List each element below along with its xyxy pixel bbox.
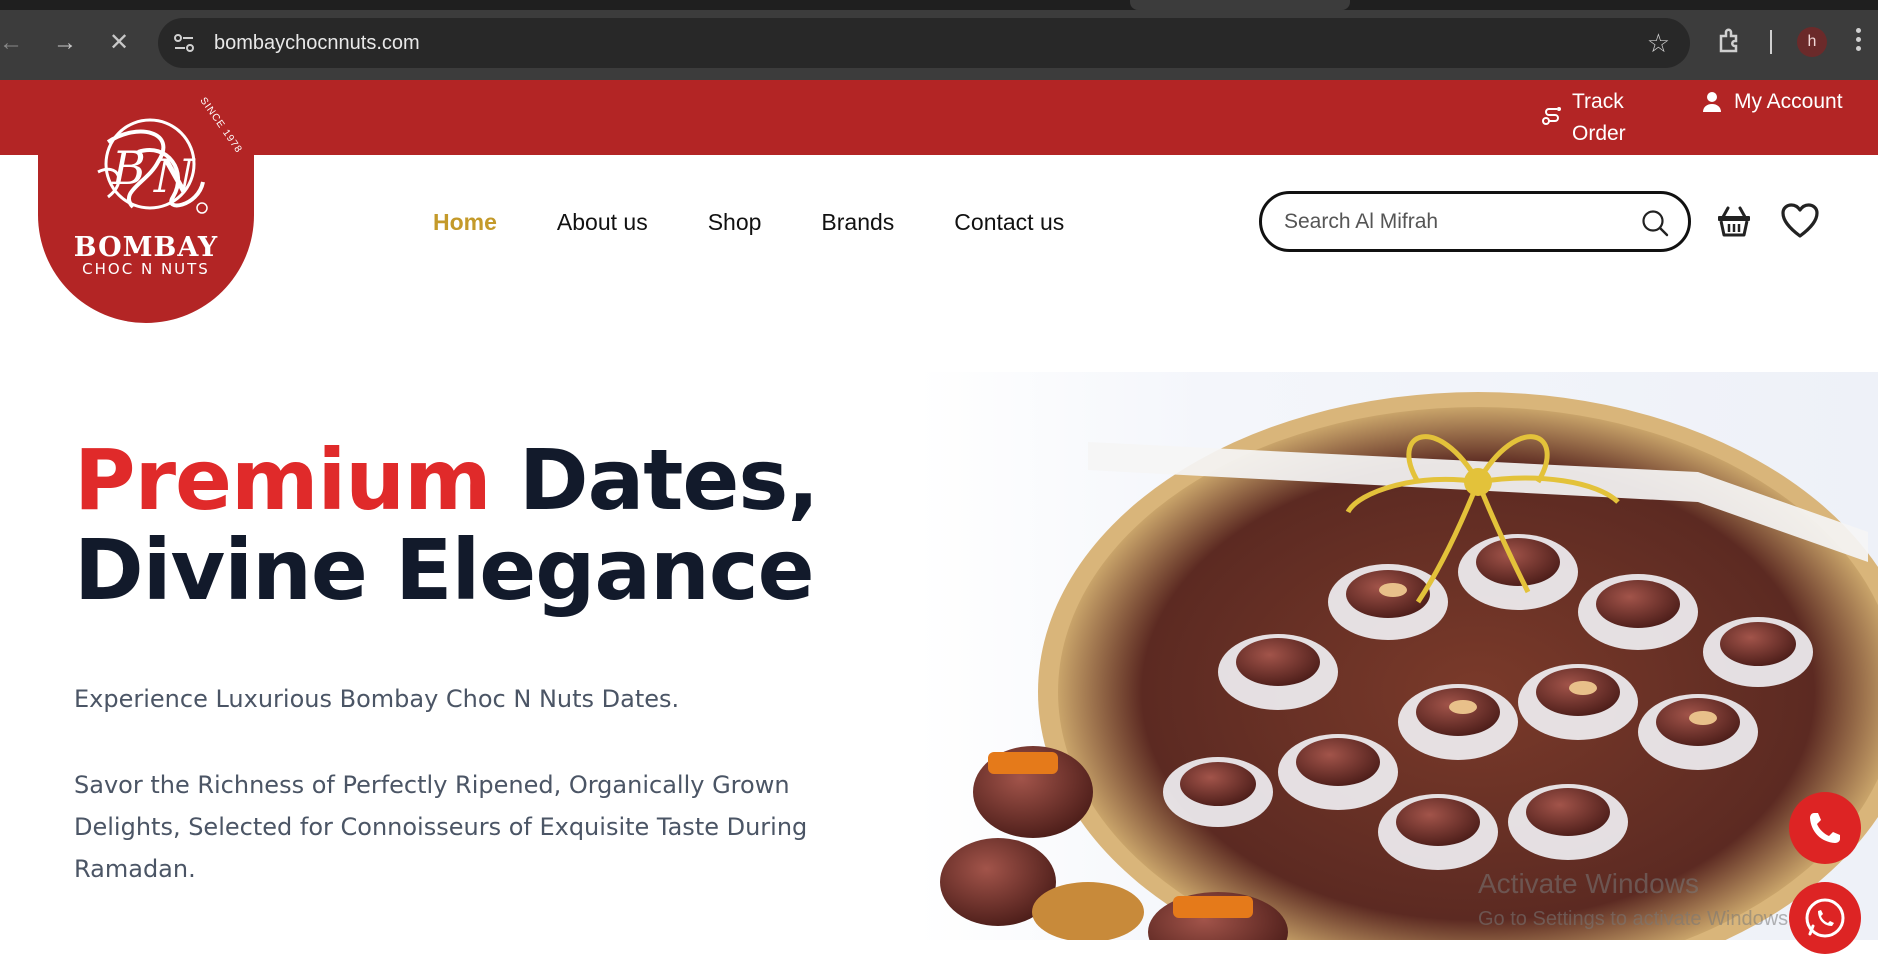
nav-home[interactable]: Home xyxy=(433,206,497,238)
active-tab[interactable] xyxy=(1130,0,1350,10)
wishlist-heart-icon[interactable] xyxy=(1780,202,1820,240)
url-text[interactable]: bombaychocnnuts.com xyxy=(214,32,420,55)
toolbar-divider xyxy=(1770,30,1772,54)
nav-contact-us[interactable]: Contact us xyxy=(954,206,1064,238)
track-order-link[interactable]: Track Order xyxy=(1572,86,1652,150)
tab-strip xyxy=(0,0,1878,10)
logo-monogram: B N xyxy=(97,118,208,214)
phone-icon xyxy=(1810,813,1840,843)
bookmark-star-icon[interactable]: ☆ xyxy=(1647,28,1670,59)
profile-avatar[interactable]: h xyxy=(1797,27,1827,57)
search-input[interactable] xyxy=(1284,206,1624,238)
search-box xyxy=(1259,191,1691,252)
browser-toolbar: ← → ✕ bombaychocnnuts.com ☆ h xyxy=(0,0,1878,80)
main-navigation: Home About us Shop Brands Contact us xyxy=(433,206,1124,238)
brand-logo[interactable]: B N SINCE 1978 BOMBAY CHOC N NUTS xyxy=(38,80,254,323)
forward-arrow-icon[interactable]: → xyxy=(48,26,82,60)
nav-brands[interactable]: Brands xyxy=(821,206,894,238)
nav-about-us[interactable]: About us xyxy=(557,206,648,238)
my-account-link[interactable]: My Account xyxy=(1734,86,1843,118)
stop-loading-icon[interactable]: ✕ xyxy=(102,26,136,60)
hero-description-text: Savor the Richness of Perfectly Ripened,… xyxy=(74,771,808,883)
logo-brand-text: BOMBAY xyxy=(73,232,219,263)
hero-heading-accent: Premium xyxy=(74,431,492,529)
browser-menu-icon[interactable] xyxy=(1856,28,1862,54)
site-settings-icon[interactable] xyxy=(172,31,196,55)
address-bar[interactable]: bombaychocnnuts.com ☆ xyxy=(158,18,1690,68)
dates-platter-image xyxy=(940,392,1878,940)
hero-heading-line2: Divine Elegance xyxy=(74,521,815,619)
call-button[interactable] xyxy=(1789,792,1861,864)
whatsapp-button[interactable] xyxy=(1789,882,1861,954)
hero-heading: Premium Dates, Divine Elegance xyxy=(74,435,834,615)
svg-text:B: B xyxy=(111,141,146,195)
back-arrow-icon[interactable]: ← xyxy=(0,26,28,60)
windows-watermark-subtitle: Go to Settings to activate Windows. xyxy=(1478,908,1794,930)
svg-text:N: N xyxy=(153,149,196,203)
nav-shop[interactable]: Shop xyxy=(708,206,762,238)
hero-intro-text: Experience Luxurious Bombay Choc N Nuts … xyxy=(74,685,680,713)
basket-icon[interactable] xyxy=(1716,204,1752,238)
logo-sub-text: CHOC N NUTS xyxy=(82,260,210,278)
windows-watermark-title: Activate Windows xyxy=(1478,868,1699,899)
extensions-icon[interactable] xyxy=(1716,26,1746,56)
whatsapp-icon xyxy=(1805,898,1845,938)
search-icon[interactable] xyxy=(1640,208,1670,238)
user-icon[interactable] xyxy=(1702,91,1722,113)
track-order-icon[interactable] xyxy=(1540,104,1564,128)
hero-product-image xyxy=(918,372,1878,940)
hero-heading-rest: Dates, xyxy=(490,431,819,529)
